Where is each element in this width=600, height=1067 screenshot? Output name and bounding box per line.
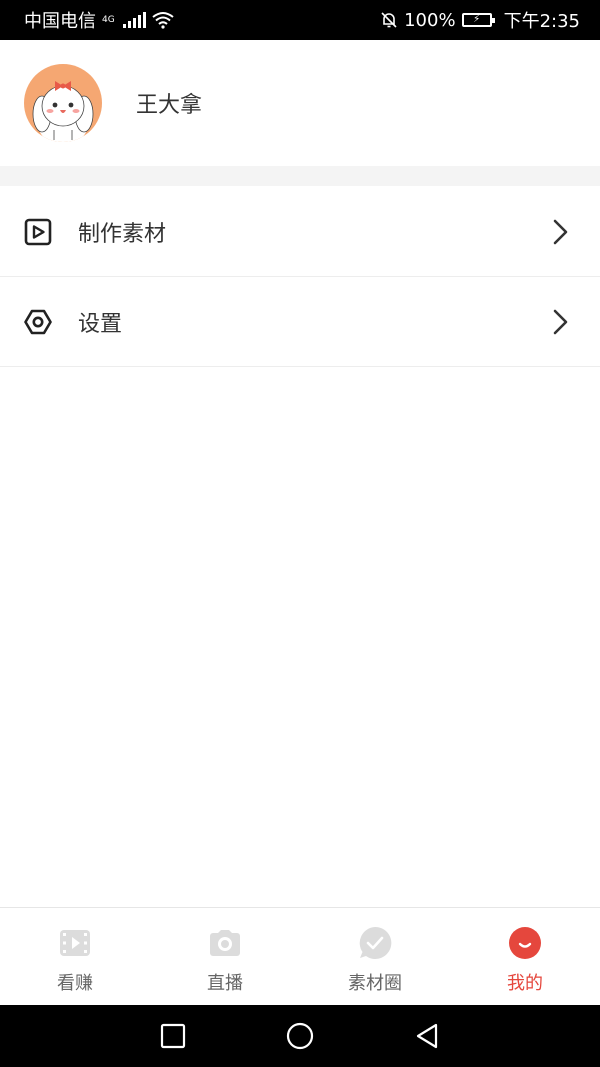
mute-bell-icon	[381, 12, 397, 28]
battery-icon: ⚡	[461, 13, 495, 27]
menu-item-label: 设置	[78, 311, 123, 337]
wifi-icon	[152, 12, 174, 29]
status-bar: 中国电信 4G 100% ⚡ 下午2:35	[0, 0, 600, 40]
camera-icon	[207, 925, 243, 961]
avatar-illustration	[32, 81, 94, 142]
video-icon	[57, 925, 93, 961]
profile-header[interactable]: 王大拿	[0, 40, 600, 166]
play-square-icon	[24, 218, 52, 246]
status-left: 中国电信 4G	[24, 7, 174, 33]
smile-icon	[507, 925, 543, 961]
menu-item-make-material[interactable]: 制作素材	[0, 187, 600, 277]
tab-material-circle[interactable]: 素材圈	[300, 908, 450, 1005]
circle-icon	[286, 1022, 314, 1050]
recent-apps-button[interactable]	[153, 1016, 193, 1056]
tab-watch-earn[interactable]: 看赚	[0, 908, 150, 1005]
system-nav-bar	[0, 1005, 600, 1067]
network-type: 4G	[102, 14, 115, 25]
tab-label: 我的	[507, 973, 543, 994]
carrier-name: 中国电信	[24, 11, 96, 32]
profile-name: 王大拿	[136, 93, 203, 118]
status-right: 100% ⚡ 下午2:35	[380, 7, 580, 33]
check-bubble-icon	[357, 925, 393, 961]
home-button[interactable]	[280, 1016, 320, 1056]
chevron-right-icon	[553, 309, 568, 335]
tab-label: 直播	[207, 973, 243, 994]
avatar[interactable]	[24, 64, 102, 142]
clock: 下午2:35	[503, 11, 580, 32]
tab-label: 素材圈	[348, 973, 402, 994]
back-button[interactable]	[407, 1016, 447, 1056]
signal-icon	[122, 12, 146, 28]
tab-label: 看赚	[57, 973, 93, 994]
tab-live[interactable]: 直播	[150, 908, 300, 1005]
chevron-right-icon	[553, 219, 568, 245]
triangle-back-icon	[416, 1023, 437, 1049]
tab-mine[interactable]: 我的	[450, 908, 600, 1005]
menu-item-label: 制作素材	[78, 221, 167, 247]
section-divider	[0, 166, 600, 186]
bottom-tab-bar: 看赚 直播 素材圈 我的	[0, 907, 600, 1005]
battery-percent: 100%	[404, 9, 456, 31]
hexagon-settings-icon	[24, 308, 52, 336]
square-icon	[161, 1023, 186, 1049]
menu-item-settings[interactable]: 设置	[0, 277, 600, 367]
